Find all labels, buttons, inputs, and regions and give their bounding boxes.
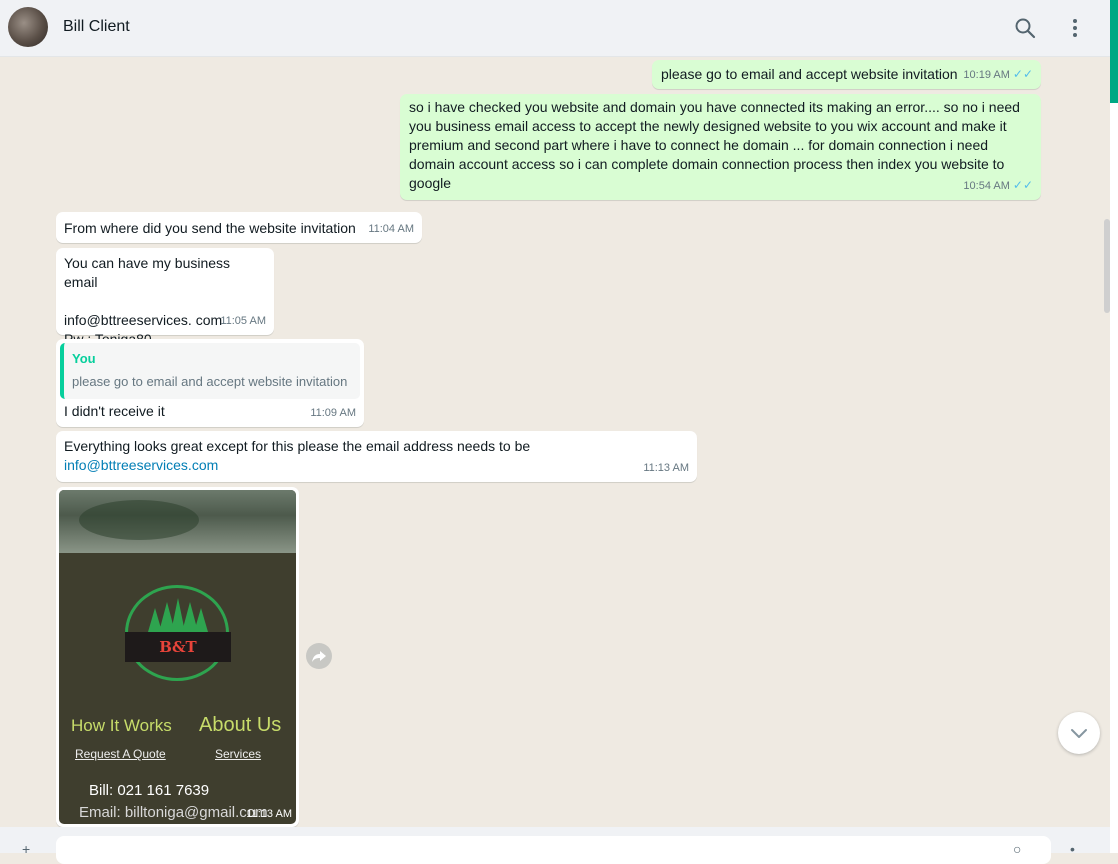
message-outgoing[interactable]: please go to email and accept website in… [652,60,1041,89]
message-text: please go to email and accept website in… [661,66,958,82]
message-image[interactable]: B&T How It Works About Us Request A Quot… [56,487,299,827]
composer-footer: + ○ • [0,827,1110,864]
quote-author: You [72,351,96,366]
message-incoming[interactable]: You please go to email and accept websit… [56,339,364,427]
message-incoming[interactable]: From where did you send the website invi… [56,212,422,243]
quote-text: please go to email and accept website in… [72,374,348,389]
logo-text: B&T [125,632,231,662]
message-text: You can have my business email info@bttr… [64,255,231,347]
email-link[interactable]: info@bttreeservices.com [64,456,218,475]
message-meta: 10:54 AM ✓✓ [963,176,1033,196]
message-time: 11:04 AM [368,223,414,235]
image-nav-how-it-works: How It Works [71,716,172,735]
image-link-services: Services [215,747,262,761]
menu-icon[interactable] [1059,12,1091,44]
message-time: 11:13 AM [246,808,292,820]
forward-icon[interactable] [306,643,332,669]
chat-header: Bill Client [0,0,1110,57]
image-header-photo [59,490,296,553]
image-nav-about-us: About Us [199,714,282,736]
message-outgoing[interactable]: so i have checked you website and domain… [400,94,1041,200]
message-time: 11:13 AM [643,462,689,474]
contact-name[interactable]: Bill Client [63,18,130,36]
message-text: Everything looks great except for this p… [64,438,531,454]
message-time: 11:05 AM [220,315,266,327]
message-time: 10:54 AM [963,180,1010,192]
chevron-down-icon [1071,729,1087,738]
attach-icon[interactable]: + [22,841,30,857]
message-incoming[interactable]: Everything looks great except for this p… [56,431,697,482]
message-text: From where did you send the website invi… [64,220,356,236]
avatar[interactable] [8,7,48,47]
window-scrollbar-thumb[interactable] [1110,0,1118,103]
website-screenshot-image[interactable]: B&T How It Works About Us Request A Quot… [59,490,296,824]
mic-icon[interactable]: • [1070,841,1075,857]
message-time: 10:19 AM [963,69,1010,81]
image-contact-phone: Bill: 021 161 7639 [89,782,210,799]
window-scrollbar-track[interactable] [1110,0,1118,853]
message-meta: 10:19 AM ✓✓ [963,65,1033,85]
read-ticks-icon: ✓✓ [1012,67,1033,81]
emoji-icon[interactable]: ○ [1013,841,1021,857]
message-time: 11:09 AM [310,407,356,419]
tree-logo-icon [148,598,208,632]
message-input[interactable] [56,836,1051,864]
image-link-request-quote: Request A Quote [75,747,166,761]
message-text: so i have checked you website and domain… [409,99,1024,191]
quoted-message[interactable]: You please go to email and accept websit… [60,343,360,399]
message-incoming[interactable]: You can have my business email info@bttr… [56,248,274,347]
scroll-down-button[interactable] [1058,712,1100,754]
read-ticks-icon: ✓✓ [1012,178,1033,192]
message-text: I didn't receive it [64,403,165,419]
chat-area[interactable]: please go to email and accept website in… [0,57,1110,827]
image-contact-email: Email: billtoniga@gmail.com [79,804,268,821]
search-icon[interactable] [1009,12,1041,44]
